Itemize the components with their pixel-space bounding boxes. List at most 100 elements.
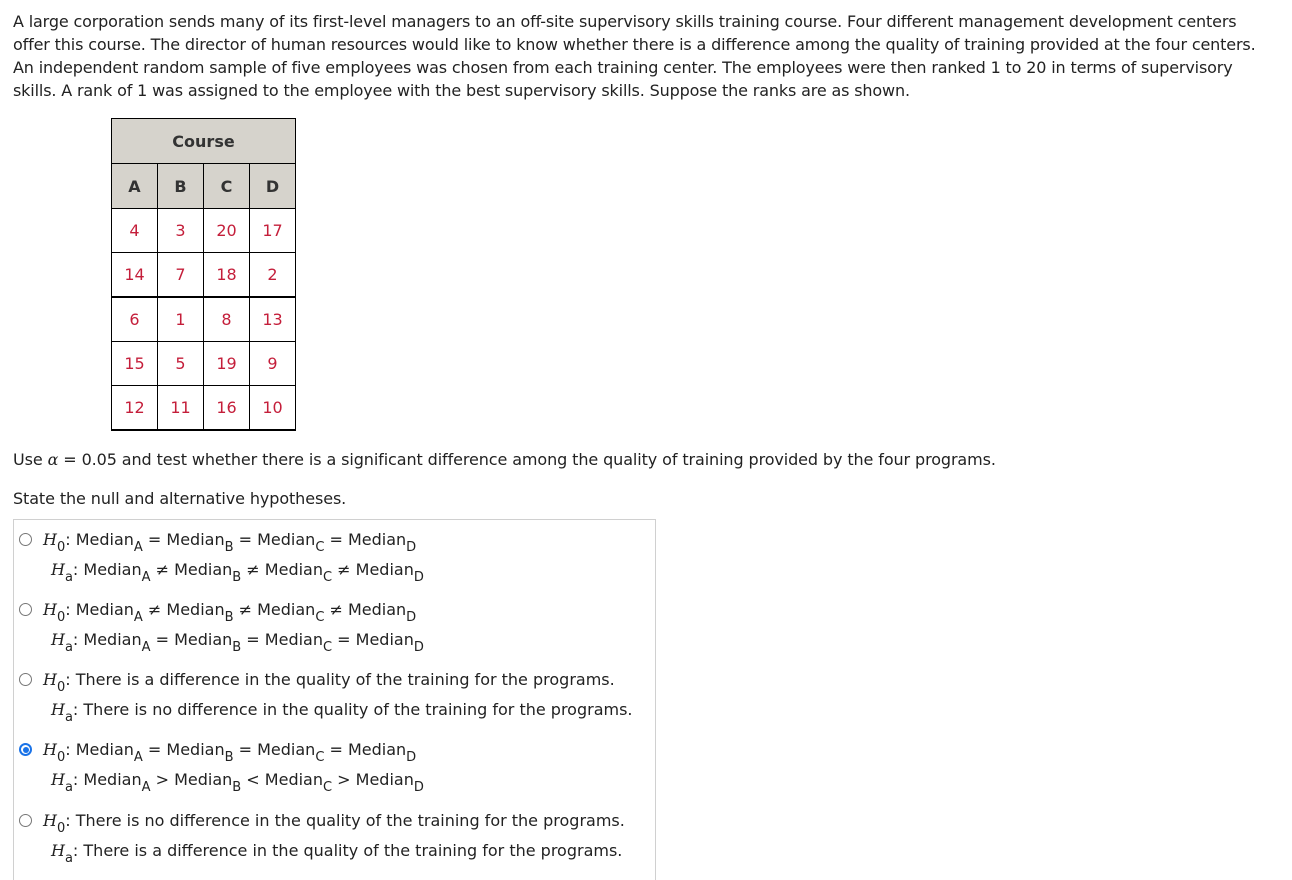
hypothesis-text: = Median (332, 630, 414, 649)
ranks-table: Course A B C D 4 3 20 17 14 7 18 2 6 1 8… (111, 118, 296, 431)
median-subscript: B (224, 750, 234, 765)
table-row: 4 3 20 17 (111, 208, 296, 253)
hypothesis-symbol: H (43, 740, 57, 759)
table-cell: 18 (203, 252, 250, 298)
median-subscript: D (413, 780, 424, 795)
table-row: 12 11 16 10 (111, 385, 296, 431)
table-row: 14 7 18 2 (111, 252, 296, 298)
median-subscript: D (406, 750, 417, 765)
median-subscript: A (141, 570, 151, 585)
radio-button[interactable] (19, 814, 32, 827)
hypothesis-text: > Median (332, 770, 414, 789)
median-subscript: B (232, 640, 242, 655)
table-cell: 1 (157, 296, 204, 342)
median-subscript: B (224, 540, 234, 555)
hypothesis-text: = Median (241, 630, 323, 649)
hypothesis-text: Median (83, 770, 142, 789)
radio-button[interactable] (19, 673, 32, 686)
median-subscript: B (232, 780, 242, 795)
hypothesis-text: = Median (233, 530, 316, 549)
hypothesis-text: = Median (324, 740, 407, 759)
table-cell: 2 (249, 252, 296, 298)
table-cell: 11 (157, 385, 204, 431)
hypothesis-text: ≠ Median (150, 560, 233, 579)
table-cell: 13 (249, 296, 296, 342)
median-subscript: B (224, 610, 234, 625)
table-cell: 20 (203, 208, 250, 253)
null-hypothesis: H0: MedianA = MedianB = MedianC = Median… (43, 530, 416, 554)
hypothesis-text: ≠ Median (332, 560, 414, 579)
table-cell: 7 (157, 252, 204, 298)
hypothesis-symbol: H (51, 841, 65, 860)
hypothesis-text: < Median (241, 770, 323, 789)
hypothesis-subscript: 0 (56, 540, 66, 555)
table-cell: 15 (111, 341, 158, 386)
hypothesis-symbol: H (43, 811, 57, 830)
hypothesis-symbol: H (51, 770, 65, 789)
colon: : (65, 811, 76, 830)
colon: : (65, 600, 76, 619)
hypotheses-options: H0: MedianA = MedianB = MedianC = Median… (13, 519, 656, 880)
hypothesis-text: Median (75, 740, 134, 759)
null-hypothesis: H0: MedianA = MedianB = MedianC = Median… (43, 740, 416, 764)
median-subscript: A (133, 610, 143, 625)
hypothesis-text: ≠ Median (241, 560, 323, 579)
table-title: Course (111, 118, 296, 164)
alternative-hypothesis: Ha: MedianA = MedianB = MedianC = Median… (51, 630, 424, 654)
colon: : (72, 770, 84, 789)
null-hypothesis: H0: There is a difference in the quality… (43, 670, 615, 694)
hypothesis-text: There is no difference in the quality of… (75, 811, 625, 830)
hypothesis-subscript: 0 (56, 821, 66, 836)
hypothesis-symbol: H (43, 530, 57, 549)
hypothesis-text: Median (83, 630, 142, 649)
radio-button[interactable] (19, 533, 32, 546)
hypothesis-subscript: a (64, 780, 73, 795)
colon: : (65, 530, 76, 549)
hypothesis-text: Median (75, 600, 134, 619)
median-subscript: C (323, 780, 333, 795)
table-cell: 12 (111, 385, 158, 431)
hypothesis-text: = Median (142, 530, 225, 549)
column-header-b: B (157, 163, 204, 209)
colon: : (72, 841, 84, 860)
hypothesis-symbol: H (43, 600, 57, 619)
radio-button[interactable] (19, 603, 32, 616)
hypothesis-subscript: a (64, 570, 73, 585)
median-subscript: A (141, 640, 151, 655)
hypothesis-text: = Median (142, 740, 225, 759)
column-header-d: D (249, 163, 296, 209)
hypothesis-subscript: 0 (56, 610, 66, 625)
colon: : (72, 560, 84, 579)
hypothesis-text: ≠ Median (142, 600, 225, 619)
median-subscript: C (323, 570, 333, 585)
hypothesis-subscript: 0 (56, 680, 66, 695)
column-header-c: C (203, 163, 250, 209)
column-header-a: A (111, 163, 158, 209)
table-cell: 17 (249, 208, 296, 253)
hypothesis-subscript: a (64, 640, 73, 655)
table-row: 6 1 8 13 (111, 296, 296, 342)
table-row: 15 5 19 9 (111, 341, 296, 386)
hypothesis-text: There is a difference in the quality of … (75, 670, 615, 689)
hypothesis-text: > Median (150, 770, 233, 789)
radio-button[interactable] (19, 743, 32, 756)
colon: : (72, 630, 84, 649)
median-subscript: C (323, 640, 333, 655)
table-cell: 4 (111, 208, 158, 253)
median-subscript: A (133, 750, 143, 765)
median-subscript: D (413, 640, 424, 655)
hypothesis-subscript: a (64, 851, 73, 866)
hypothesis-text: Median (83, 560, 142, 579)
hypothesis-text: ≠ Median (233, 600, 316, 619)
hypothesis-text: There is no difference in the quality of… (83, 700, 633, 719)
colon: : (65, 740, 76, 759)
median-subscript: A (133, 540, 143, 555)
table-cell: 16 (203, 385, 250, 431)
alpha-symbol: α (47, 450, 59, 469)
median-subscript: D (413, 570, 424, 585)
median-subscript: D (406, 540, 417, 555)
table-cell: 10 (249, 385, 296, 431)
table-cell: 5 (157, 341, 204, 386)
colon: : (72, 700, 84, 719)
instruction-text: Use α = 0.05 and test whether there is a… (13, 450, 996, 469)
